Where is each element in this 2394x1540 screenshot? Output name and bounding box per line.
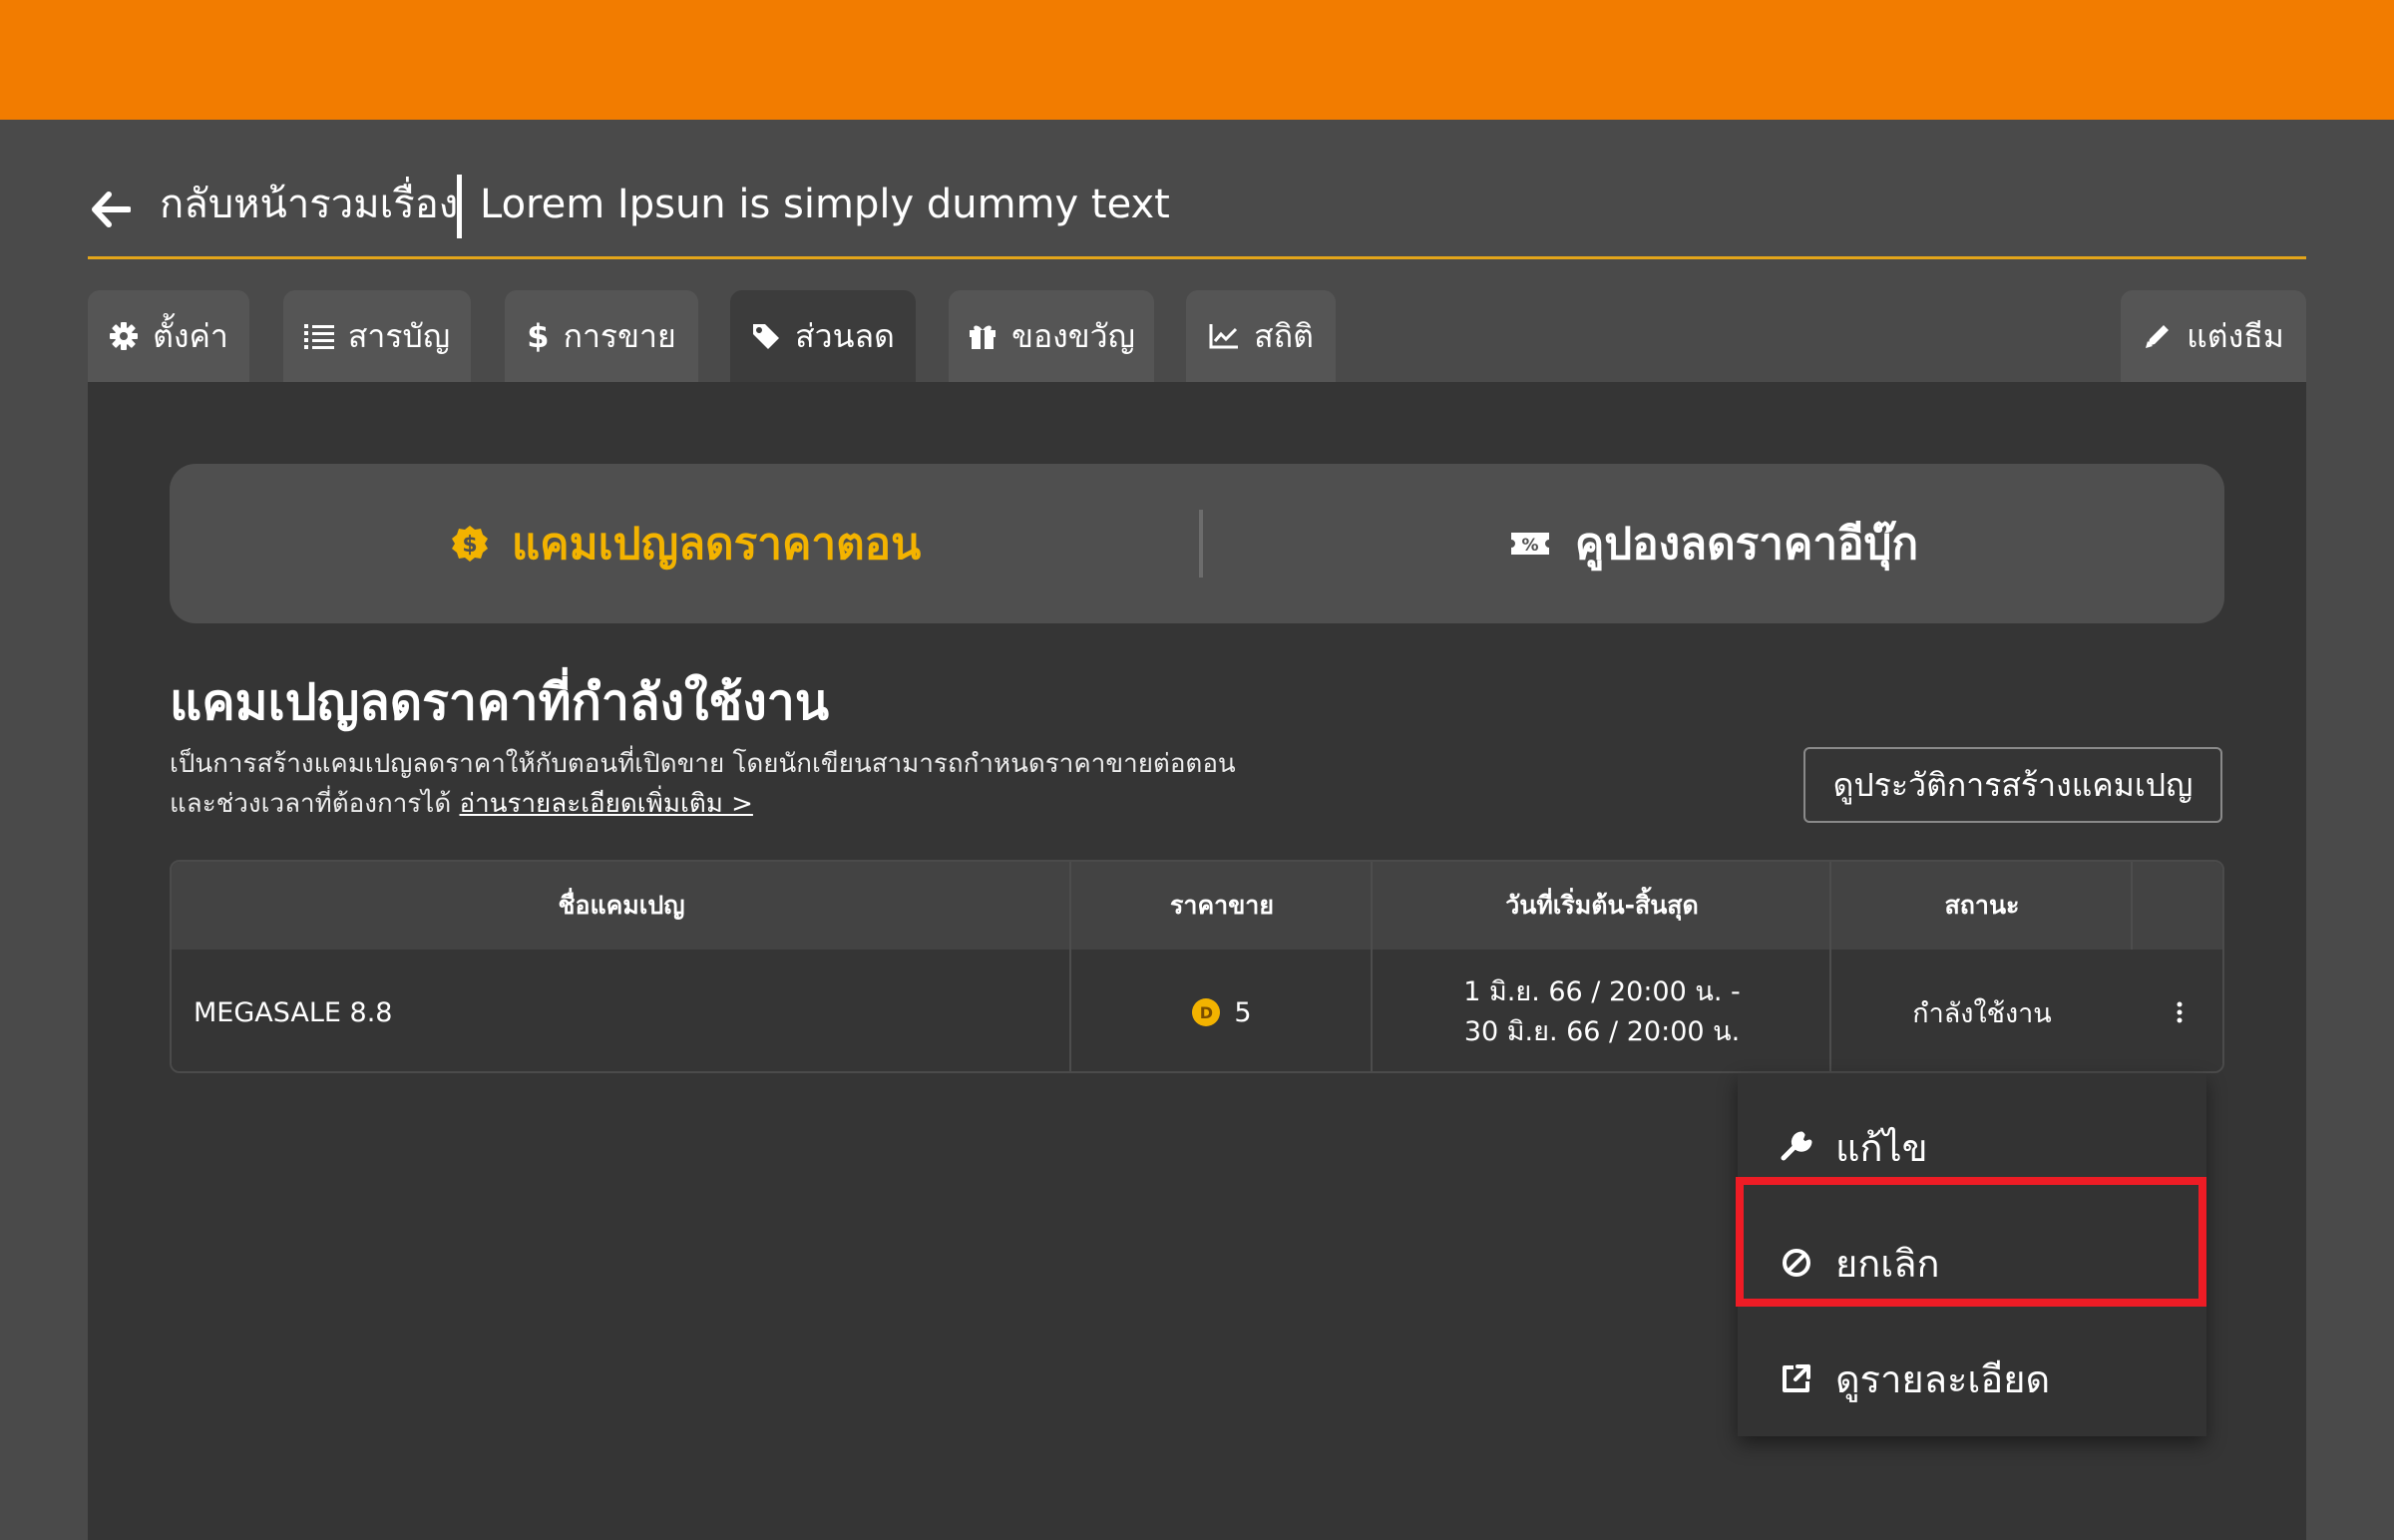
top-bar bbox=[0, 0, 2394, 120]
row-more-button[interactable] bbox=[2133, 950, 2222, 1071]
chart-line-icon bbox=[1209, 324, 1239, 349]
section-description: เป็นการสร้างแคมเปญลดราคาให้กับตอนที่เปิด… bbox=[170, 744, 1236, 824]
tab-gift[interactable]: ของขวัญ bbox=[949, 290, 1154, 382]
campaign-dates: 1 มิ.ย. 66 / 20:00 น. - 30 มิ.ย. 66 / 20… bbox=[1373, 950, 1831, 1071]
more-vertical-icon bbox=[2177, 1001, 2183, 1023]
date-start: 1 มิ.ย. 66 / 20:00 น. - bbox=[1463, 976, 1741, 1007]
back-label[interactable]: กลับหน้ารวมเรื่อง bbox=[160, 175, 458, 234]
tab-label: ตั้งค่า bbox=[153, 316, 228, 355]
tag-icon bbox=[753, 324, 780, 349]
campaign-name: MEGASALE 8.8 bbox=[194, 996, 393, 1028]
menu-item-cancel[interactable]: ยกเลิก bbox=[1738, 1205, 2206, 1321]
story-title: Lorem Ipsun is simply dummy text bbox=[480, 182, 1170, 227]
ticket-percent-icon: % bbox=[1510, 533, 1549, 556]
segment-ebook-coupon[interactable]: % คูปองลดราคาอีบุ๊ก bbox=[1203, 464, 2224, 623]
svg-text:$: $ bbox=[462, 533, 477, 558]
menu-item-view-details[interactable]: ดูรายละเอียด bbox=[1738, 1321, 2206, 1436]
menu-item-label: ยกเลิก bbox=[1835, 1241, 1940, 1286]
column-divider bbox=[2131, 862, 2133, 950]
segment-episode-campaign[interactable]: $ แคมเปญลดราคาตอน bbox=[170, 464, 1201, 623]
coin-icon: D bbox=[1192, 998, 1221, 1026]
list-icon bbox=[303, 324, 334, 349]
wrench-icon bbox=[1781, 1131, 1812, 1161]
date-end: 30 มิ.ย. 66 / 20:00 น. bbox=[1463, 1016, 1741, 1047]
segment-label: คูปองลดราคาอีบุ๊ก bbox=[1574, 519, 1919, 570]
view-history-button[interactable]: ดูประวัติการสร้างแคมเปญ bbox=[1803, 747, 2222, 823]
arrow-left-icon bbox=[92, 192, 131, 227]
dollar-icon: $ bbox=[527, 317, 550, 355]
tab-stats[interactable]: สถิติ bbox=[1186, 290, 1336, 382]
tab-sales[interactable]: $ การขาย bbox=[505, 290, 698, 382]
pencil-icon bbox=[2146, 325, 2170, 348]
column-header-status: สถานะ bbox=[1944, 891, 2020, 920]
campaign-price: D 5 bbox=[1071, 950, 1373, 1071]
svg-text:%: % bbox=[1521, 536, 1538, 556]
ban-icon bbox=[1783, 1249, 1810, 1277]
section-title: แคมเปญลดราคาที่กำลังใช้งาน bbox=[170, 673, 830, 731]
tab-label: แต่งธีม bbox=[2187, 316, 2284, 355]
table-header: ชื่อแคมเปญ ราคาขาย วันที่เริ่มต้น-สิ้นสุ… bbox=[172, 862, 2222, 950]
campaign-status: กำลังใช้งาน bbox=[1912, 997, 2052, 1029]
column-header-price: ราคาขาย bbox=[1169, 891, 1274, 920]
read-more-link[interactable]: อ่านรายละเอียดเพิ่มเติม > bbox=[459, 789, 752, 819]
tab-toc[interactable]: สารบัญ bbox=[283, 290, 471, 382]
badge-dollar-icon: $ bbox=[451, 526, 488, 562]
external-link-icon bbox=[1783, 1364, 1810, 1392]
table-row: MEGASALE 8.8 D 5 1 มิ.ย. 66 / 20:00 น. -… bbox=[172, 950, 2222, 1071]
row-action-menu: แก้ไข ยกเลิก ดูรายละเอียด bbox=[1738, 1073, 2206, 1436]
gift-icon bbox=[970, 325, 997, 349]
tab-settings[interactable]: ตั้งค่า bbox=[88, 290, 249, 382]
column-divider bbox=[1371, 862, 1373, 1071]
campaign-type-switch: $ แคมเปญลดราคาตอน % คูปองลดราคาอีบุ๊ก bbox=[170, 464, 2224, 623]
tab-label: สถิติ bbox=[1254, 316, 1314, 355]
gear-icon bbox=[110, 322, 139, 350]
segment-label: แคมเปญลดราคาตอน bbox=[511, 519, 922, 570]
column-header-dates: วันที่เริ่มต้น-สิ้นสุด bbox=[1505, 891, 1699, 920]
price-value: 5 bbox=[1234, 996, 1252, 1028]
tab-discount[interactable]: ส่วนลด bbox=[730, 290, 916, 382]
back-button[interactable] bbox=[88, 187, 134, 232]
tab-label: ของขวัญ bbox=[1011, 316, 1135, 355]
header-underline bbox=[88, 256, 2306, 259]
column-divider bbox=[1069, 862, 1071, 1071]
description-line-1: เป็นการสร้างแคมเปญลดราคาให้กับตอนที่เปิด… bbox=[170, 749, 1236, 779]
description-line-2: และช่วงเวลาที่ต้องการได้ อ่านรายละเอียดเ… bbox=[170, 789, 753, 819]
tab-label: การขาย bbox=[563, 316, 676, 355]
tab-label: ส่วนลด bbox=[795, 316, 895, 355]
column-header-name: ชื่อแคมเปญ bbox=[558, 891, 685, 920]
header: กลับหน้ารวมเรื่อง Lorem Ipsun is simply … bbox=[88, 175, 2306, 258]
menu-item-label: แก้ไข bbox=[1835, 1125, 1928, 1170]
campaign-table: ชื่อแคมเปญ ราคาขาย วันที่เริ่มต้น-สิ้นสุ… bbox=[170, 860, 2224, 1073]
menu-item-edit[interactable]: แก้ไข bbox=[1738, 1089, 2206, 1205]
tab-theme[interactable]: แต่งธีม bbox=[2121, 290, 2306, 382]
header-divider bbox=[457, 175, 462, 238]
column-divider bbox=[1829, 862, 1831, 1071]
menu-item-label: ดูรายละเอียด bbox=[1835, 1356, 2051, 1401]
tab-label: สารบัญ bbox=[347, 316, 451, 355]
